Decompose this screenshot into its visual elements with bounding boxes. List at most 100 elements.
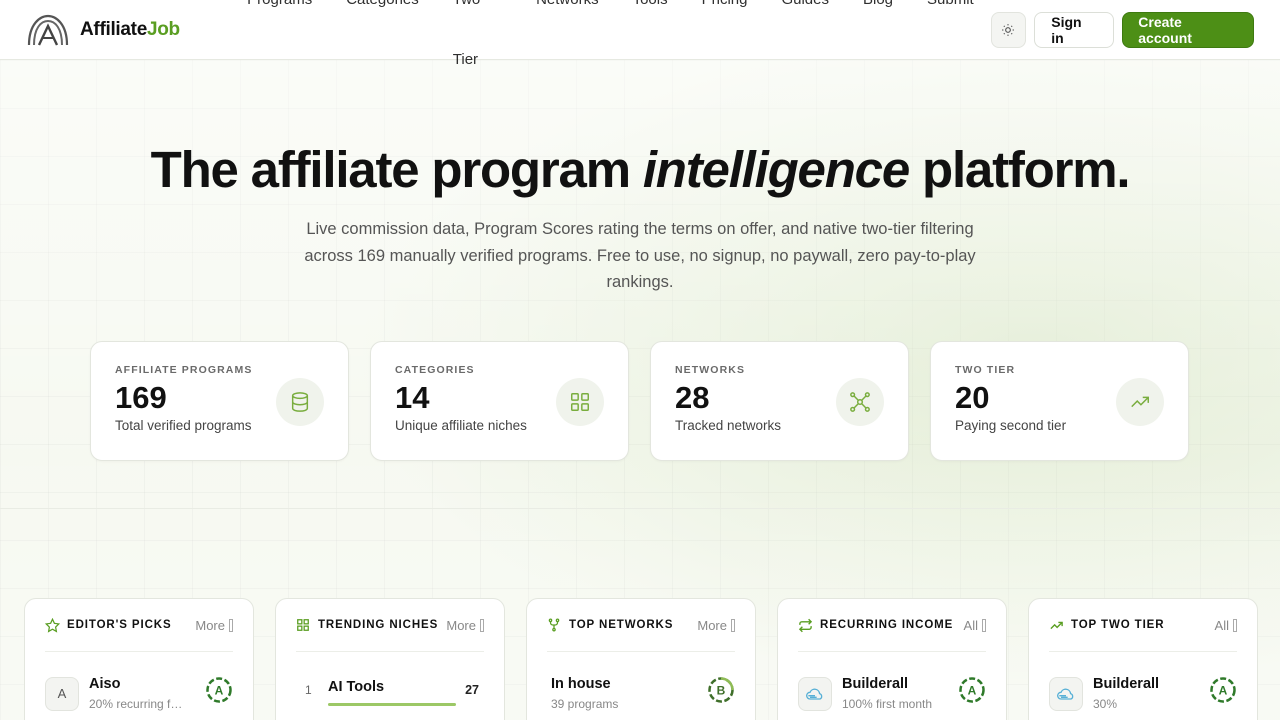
nav-two-tier[interactable]: Two Tier <box>436 0 519 90</box>
brand-logo[interactable]: AffiliateJob <box>26 14 214 46</box>
panel-title: RECURRING INCOME <box>820 619 954 631</box>
list-item[interactable]: A Aiso 20% recurring for life A <box>45 676 233 711</box>
cloud-logo-icon <box>798 676 832 711</box>
more-link-label: More <box>697 617 727 633</box>
all-link[interactable]: All <box>964 618 986 633</box>
sun-icon <box>1002 23 1015 36</box>
stat-card-programs[interactable]: AFFILIATE PROGRAMS 169 Total verified pr… <box>90 341 349 461</box>
grade-letter: A <box>1219 684 1228 698</box>
nav-pricing[interactable]: Pricing <box>685 0 765 90</box>
list-item-text: Builderall 100% first month <box>842 676 938 711</box>
grade-letter: B <box>717 684 726 698</box>
section-divider <box>0 508 1280 509</box>
panel-editors-picks: EDITOR'S PICKS More A Aiso 20% recurring… <box>24 598 254 720</box>
program-name: Builderall <box>842 676 909 692</box>
grade-badge-icon: A <box>206 677 232 703</box>
nav-categories[interactable]: Categories <box>329 0 436 90</box>
program-commission: 30% <box>1093 697 1118 711</box>
grade-badge-icon: A <box>959 677 985 703</box>
nav-guides[interactable]: Guides <box>764 0 846 90</box>
niche-main: AI Tools <box>328 679 465 706</box>
list-item-text: Aiso 20% recurring for life <box>89 676 185 711</box>
list-item-text: In house 39 programs <box>547 676 647 711</box>
all-link[interactable]: All <box>1215 618 1237 633</box>
list-item[interactable]: 1 AI Tools 27 <box>296 679 484 706</box>
theme-toggle-button[interactable] <box>990 11 1027 48</box>
repeat-icon <box>798 617 814 633</box>
stat-label: AFFILIATE PROGRAMS <box>115 364 253 376</box>
stat-card-categories[interactable]: CATEGORIES 14 Unique affiliate niches <box>370 341 629 461</box>
stat-card-networks[interactable]: NETWORKS 28 Tracked networks <box>650 341 909 461</box>
program-name: Builderall <box>1093 676 1160 692</box>
hero-section: The affiliate program intelligence platf… <box>0 140 1280 296</box>
create-account-button[interactable]: Create account <box>1122 11 1254 48</box>
panel-trending-niches: TRENDING NICHES More 1 AI Tools 27 <box>275 598 505 720</box>
grade-letter: A <box>968 684 977 698</box>
list-item[interactable]: Builderall 100% first month A <box>798 676 986 711</box>
nav-blog[interactable]: Blog <box>846 0 910 90</box>
avatar: A <box>45 676 79 711</box>
header-actions: Sign in Create account <box>990 11 1254 48</box>
hero-title-emphasis: intelligence <box>642 141 910 198</box>
panel-header: TOP NETWORKS More <box>547 599 735 652</box>
highlight-panels: EDITOR'S PICKS More A Aiso 20% recurring… <box>24 598 1258 720</box>
grade-badge-icon: B <box>708 677 734 703</box>
program-commission: 20% recurring for life <box>89 697 185 711</box>
more-arrow-icon <box>229 618 233 632</box>
grid-icon <box>556 378 604 426</box>
panel-header: TRENDING NICHES More <box>296 599 484 652</box>
more-link[interactable]: More <box>697 618 735 633</box>
list-item[interactable]: In house 39 programs B <box>547 676 735 711</box>
grade-letter: A <box>215 684 224 698</box>
brand-name-part1: Affiliate <box>80 18 147 40</box>
panel-header: EDITOR'S PICKS More <box>45 599 233 652</box>
hero-title: The affiliate program intelligence platf… <box>0 140 1280 200</box>
network-program-count: 39 programs <box>551 697 619 711</box>
niche-name: AI Tools <box>328 679 385 695</box>
panel-top-two-tier: TOP TWO TIER All Builderall 30% A <box>1028 598 1258 720</box>
network-icon <box>836 378 884 426</box>
more-link-label: More <box>195 617 225 633</box>
trending-up-icon <box>1116 378 1164 426</box>
hero-title-part1: The affiliate program <box>150 141 643 198</box>
panel-header: TOP TWO TIER All <box>1049 599 1237 652</box>
list-item[interactable]: Builderall 30% A <box>1049 676 1237 711</box>
nav-networks[interactable]: Networks <box>519 0 616 90</box>
panel-title: TRENDING NICHES <box>318 619 439 631</box>
brand-name-part2: Job <box>146 18 180 40</box>
stat-card-two-tier[interactable]: TWO TIER 20 Paying second tier <box>930 341 1189 461</box>
sign-in-button[interactable]: Sign in <box>1034 11 1115 48</box>
more-link-label: More <box>446 617 476 633</box>
niche-popularity-bar <box>328 703 456 706</box>
nav-submit[interactable]: Submit <box>910 0 991 90</box>
star-icon <box>45 617 61 633</box>
more-link[interactable]: More <box>446 618 484 633</box>
network-name: In house <box>551 676 611 692</box>
niche-rank: 1 <box>305 683 312 697</box>
more-link[interactable]: More <box>195 618 233 633</box>
nav-programs[interactable]: Programs <box>230 0 329 90</box>
panel-title: TOP TWO TIER <box>1071 619 1165 631</box>
hero-title-part2: platform. <box>909 141 1131 198</box>
more-arrow-icon <box>982 618 986 632</box>
main-nav: Programs Categories Two Tier Networks To… <box>230 0 991 90</box>
more-arrow-icon <box>731 618 735 632</box>
grid-icon <box>296 617 312 633</box>
hero-subtitle: Live commission data, Program Scores rat… <box>304 220 976 291</box>
stat-label: NETWORKS <box>675 364 746 376</box>
panel-recurring-income: RECURRING INCOME All Builderall 100% fir… <box>777 598 1007 720</box>
trending-up-icon <box>1049 617 1065 633</box>
all-link-label: All <box>1214 617 1229 633</box>
all-link-label: All <box>963 617 978 633</box>
niche-count: 27 <box>465 683 479 697</box>
grade-badge-icon: A <box>1210 677 1236 703</box>
panel-header: RECURRING INCOME All <box>798 599 986 652</box>
nav-tools[interactable]: Tools <box>616 0 685 90</box>
stats-row: AFFILIATE PROGRAMS 169 Total verified pr… <box>90 341 1189 461</box>
panel-title: TOP NETWORKS <box>569 619 674 631</box>
logo-mark-icon <box>27 14 69 46</box>
more-arrow-icon <box>480 618 484 632</box>
brand-name: AffiliateJob <box>80 19 180 41</box>
panel-title: EDITOR'S PICKS <box>67 619 172 631</box>
git-fork-icon <box>547 617 563 633</box>
